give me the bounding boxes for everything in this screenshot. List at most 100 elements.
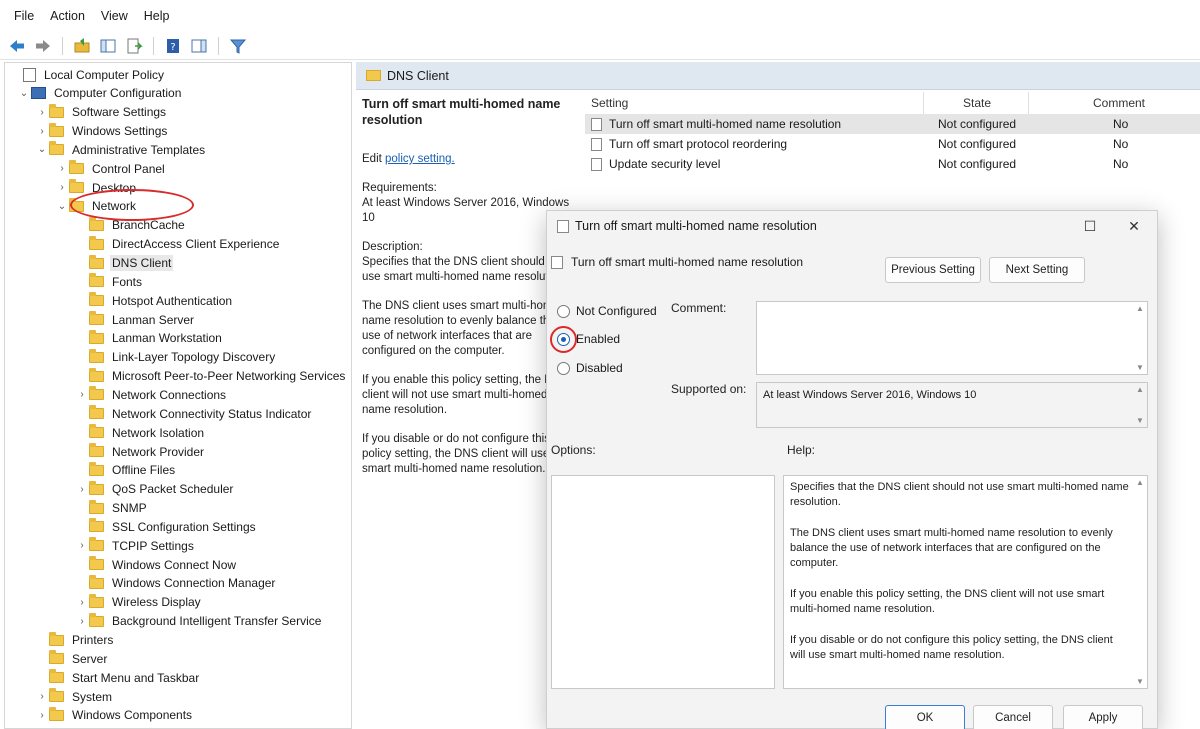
chevron-right-icon[interactable]: ›	[75, 389, 89, 400]
edit-line: Edit policy setting.	[362, 152, 572, 167]
menu-view[interactable]: View	[93, 9, 136, 23]
radio-enabled[interactable]: Enabled	[557, 332, 620, 346]
tree-node[interactable]: › System	[35, 687, 114, 706]
chevron-right-icon[interactable]: ›	[35, 107, 49, 118]
comment-textarea[interactable]: ▲ ▼	[756, 301, 1148, 375]
tree-node[interactable]: Windows Connection Manager	[75, 574, 277, 593]
menu-action[interactable]: Action	[42, 9, 93, 23]
scroll-down-icon[interactable]: ▼	[1136, 677, 1144, 686]
tree-node[interactable]: Hotspot Authentication	[75, 291, 234, 310]
tree-node[interactable]: Link-Layer Topology Discovery	[75, 348, 277, 367]
apply-button[interactable]: Apply	[1063, 705, 1143, 729]
setting-name: Update security level	[609, 157, 721, 171]
supported-scrollbar[interactable]: ▲ ▼	[1133, 383, 1147, 427]
scroll-up-icon[interactable]: ▲	[1136, 304, 1144, 313]
tree-node[interactable]: › Desktop	[55, 178, 138, 197]
tree-node[interactable]: SSL Configuration Settings	[75, 517, 258, 536]
tree-node[interactable]: DNS Client	[75, 254, 174, 273]
chevron-down-icon[interactable]: ⌄	[35, 144, 49, 155]
ok-button[interactable]: OK	[885, 705, 965, 729]
tree-node[interactable]: SNMP	[75, 499, 149, 518]
radio-circle[interactable]	[557, 361, 570, 375]
chevron-right-icon[interactable]: ›	[55, 182, 69, 193]
tree-node[interactable]: ⌄ Administrative Templates	[35, 140, 207, 159]
tree-node[interactable]: Start Menu and Taskbar	[35, 668, 201, 687]
tree-node[interactable]: Local Computer Policy	[9, 65, 166, 84]
tree-node[interactable]: Network Provider	[75, 442, 206, 461]
tree-node[interactable]: ⌄ Computer Configuration	[17, 84, 183, 103]
tree-node[interactable]: Windows Connect Now	[75, 555, 238, 574]
tree-node-label: Computer Configuration	[54, 86, 182, 101]
settings-row[interactable]: Turn off smart protocol reordering Not co…	[585, 134, 1200, 154]
tree-node[interactable]: Server	[35, 649, 109, 668]
chevron-right-icon[interactable]: ›	[75, 597, 89, 608]
radio-circle[interactable]	[557, 304, 570, 318]
tree-node[interactable]: › Network Connections	[75, 385, 228, 404]
menu-file[interactable]: File	[6, 9, 42, 23]
help-icon[interactable]: ?	[162, 35, 184, 57]
chevron-right-icon[interactable]: ›	[35, 710, 49, 721]
folder-icon	[89, 537, 104, 552]
chevron-right-icon[interactable]: ›	[75, 484, 89, 495]
close-icon[interactable]: ✕	[1119, 215, 1149, 237]
scroll-up-icon[interactable]: ▲	[1136, 385, 1144, 394]
forward-arrow-icon[interactable]	[32, 35, 54, 57]
tree-node[interactable]: Offline Files	[75, 461, 177, 480]
chevron-right-icon[interactable]: ›	[35, 691, 49, 702]
settings-row[interactable]: Update security level Not configured No	[585, 154, 1200, 174]
show-hide-tree-icon[interactable]	[97, 35, 119, 57]
tree-node[interactable]: › TCPIP Settings	[75, 536, 196, 555]
scroll-up-icon[interactable]: ▲	[1136, 478, 1144, 487]
tree-node[interactable]: › Software Settings	[35, 103, 168, 122]
back-arrow-icon[interactable]	[6, 35, 28, 57]
chevron-right-icon[interactable]: ›	[55, 163, 69, 174]
cancel-button[interactable]: Cancel	[973, 705, 1053, 729]
tree-node[interactable]: BranchCache	[75, 216, 187, 235]
previous-setting-button[interactable]: Previous Setting	[885, 257, 981, 283]
col-comment-header[interactable]: Comment	[1093, 96, 1145, 110]
chevron-right-icon[interactable]: ›	[35, 126, 49, 137]
navigation-tree: Local Computer Policy ⌄ Computer Configura…	[4, 62, 352, 729]
chevron-right-icon[interactable]: ›	[75, 616, 89, 627]
chevron-down-icon[interactable]: ⌄	[55, 201, 69, 212]
tree-node[interactable]: › Control Panel	[55, 159, 167, 178]
radio-not-configured[interactable]: Not Configured	[557, 304, 657, 318]
tree-node[interactable]: › Wireless Display	[75, 593, 203, 612]
chevron-right-icon[interactable]: ›	[75, 540, 89, 551]
tree-node[interactable]: DirectAccess Client Experience	[75, 235, 281, 254]
comment-scrollbar[interactable]: ▲ ▼	[1133, 302, 1147, 374]
maximize-icon[interactable]: ☐	[1075, 215, 1105, 237]
tree-node[interactable]: Network Connectivity Status Indicator	[75, 404, 313, 423]
tree-node[interactable]: Microsoft Peer-to-Peer Networking Servic…	[75, 367, 347, 386]
filter-icon[interactable]	[227, 35, 249, 57]
up-folder-icon[interactable]	[71, 35, 93, 57]
scroll-down-icon[interactable]: ▼	[1136, 363, 1144, 372]
tree-node[interactable]: Network Isolation	[75, 423, 206, 442]
tree-node[interactable]: Printers	[35, 631, 115, 650]
tree-node[interactable]: › QoS Packet Scheduler	[75, 480, 235, 499]
tree-node[interactable]: › Windows Settings	[35, 122, 169, 141]
tree-node[interactable]: › Windows Components	[35, 706, 194, 725]
tree-node[interactable]: Fonts	[75, 272, 144, 291]
help-paragraph: The DNS client uses smart multi-homed na…	[790, 527, 1113, 569]
tree-node[interactable]: Lanman Workstation	[75, 329, 224, 348]
radio-disabled[interactable]: Disabled	[557, 361, 623, 375]
folder-icon	[69, 179, 84, 194]
col-state-header[interactable]: State	[963, 96, 991, 110]
edit-policy-link[interactable]: policy setting.	[385, 153, 455, 165]
chevron-down-icon[interactable]: ⌄	[17, 88, 31, 99]
export-list-icon[interactable]	[123, 35, 145, 57]
radio-circle-selected[interactable]	[557, 332, 570, 346]
next-setting-button[interactable]: Next Setting	[989, 257, 1085, 283]
dialog-titlebar: Turn off smart multi-homed name resoluti…	[547, 211, 1157, 241]
help-scrollbar[interactable]: ▲ ▼	[1133, 476, 1147, 688]
action-pane-icon[interactable]	[188, 35, 210, 57]
menu-help[interactable]: Help	[136, 9, 178, 23]
tree-node[interactable]: Lanman Server	[75, 310, 196, 329]
scroll-down-icon[interactable]: ▼	[1136, 416, 1144, 425]
setting-comment: No	[1113, 117, 1129, 131]
settings-row[interactable]: Turn off smart multi-homed name resoluti…	[585, 114, 1200, 134]
tree-node[interactable]: ⌄ Network	[55, 197, 138, 216]
col-setting-header[interactable]: Setting	[591, 96, 628, 110]
tree-node[interactable]: › Background Intelligent Transfer Service	[75, 612, 323, 631]
